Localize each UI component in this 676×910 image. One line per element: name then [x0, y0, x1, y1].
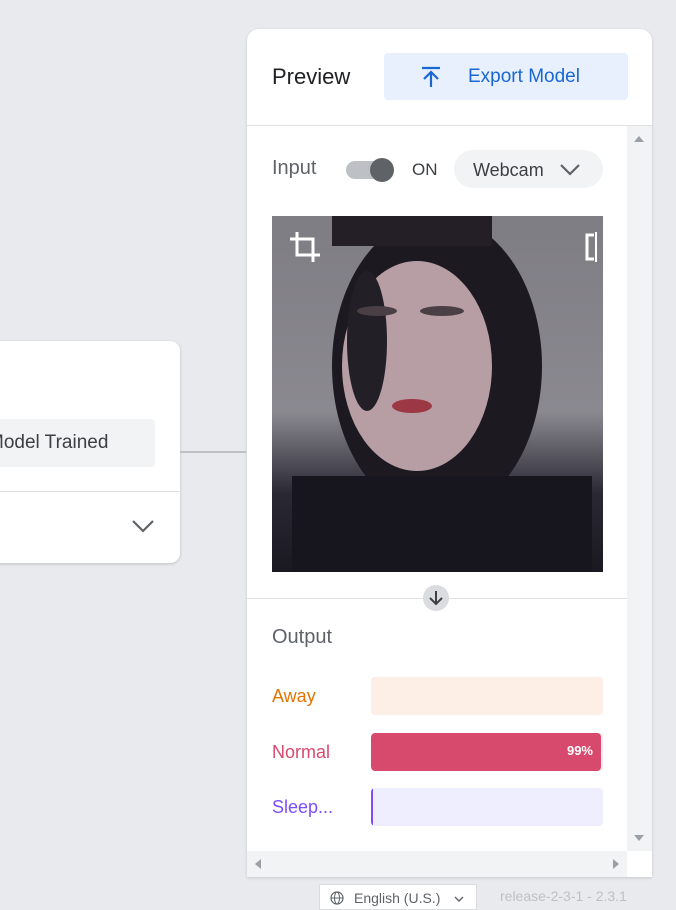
chevron-down-icon: [560, 164, 580, 176]
training-card-divider: [0, 491, 180, 492]
horizontal-scrollbar[interactable]: [247, 851, 627, 877]
confidence-pct-normal: 99%: [566, 743, 593, 758]
export-model-button[interactable]: Export Model: [384, 53, 628, 100]
class-name-away: Away: [272, 686, 316, 706]
confidence-bar-normal: 99%: [371, 733, 603, 771]
preview-title: Preview: [272, 64, 351, 89]
input-label: Input: [272, 157, 317, 179]
input-source-select[interactable]: Webcam: [454, 150, 603, 188]
model-trained-label: Model Trained: [0, 432, 109, 453]
output-label: Output: [272, 626, 333, 648]
model-trained-status: Model Trained: [0, 419, 155, 467]
class-name-sleep: Sleep...: [272, 797, 334, 817]
language-select[interactable]: English (U.S.): [319, 884, 477, 910]
scroll-left-arrow[interactable]: [255, 859, 261, 869]
training-card: Model Trained: [0, 341, 180, 563]
webcam-image: [292, 216, 592, 572]
toggle-state-label: ON: [412, 160, 438, 179]
arrow-down-glyph: [429, 591, 443, 606]
flip-icon[interactable]: [584, 232, 603, 262]
webcam-feed: [272, 216, 603, 572]
connector-line: [180, 451, 246, 453]
vertical-scrollbar[interactable]: [627, 126, 652, 851]
chevron-down-icon[interactable]: [130, 516, 156, 536]
upload-icon: [422, 66, 440, 87]
preview-header: Preview Export Model: [247, 29, 652, 126]
release-version: release-2-3-1 - 2.3.1: [500, 888, 627, 904]
input-source-label: Webcam: [473, 160, 544, 180]
chevron-down-icon: [454, 896, 464, 902]
export-model-label: Export Model: [468, 66, 580, 87]
arrow-down-icon[interactable]: [423, 585, 449, 611]
preview-panel: Preview Export Model Input ON Webcam Out…: [247, 29, 652, 877]
globe-icon: [330, 891, 344, 905]
scroll-right-arrow[interactable]: [613, 859, 619, 869]
class-name-normal: Normal: [272, 742, 331, 762]
crop-icon[interactable]: [288, 230, 322, 264]
confidence-fill-sleep: [371, 788, 374, 826]
language-label: English (U.S.): [354, 890, 441, 906]
scroll-up-arrow[interactable]: [634, 136, 644, 142]
preview-scroll-area: Input ON Webcam Output Away Normal 99% S…: [247, 126, 627, 851]
scroll-down-arrow[interactable]: [634, 835, 644, 841]
input-toggle[interactable]: [346, 158, 394, 182]
toggle-thumb: [370, 158, 394, 182]
confidence-bar-sleep: [371, 788, 603, 826]
confidence-bar-away: [371, 677, 603, 715]
